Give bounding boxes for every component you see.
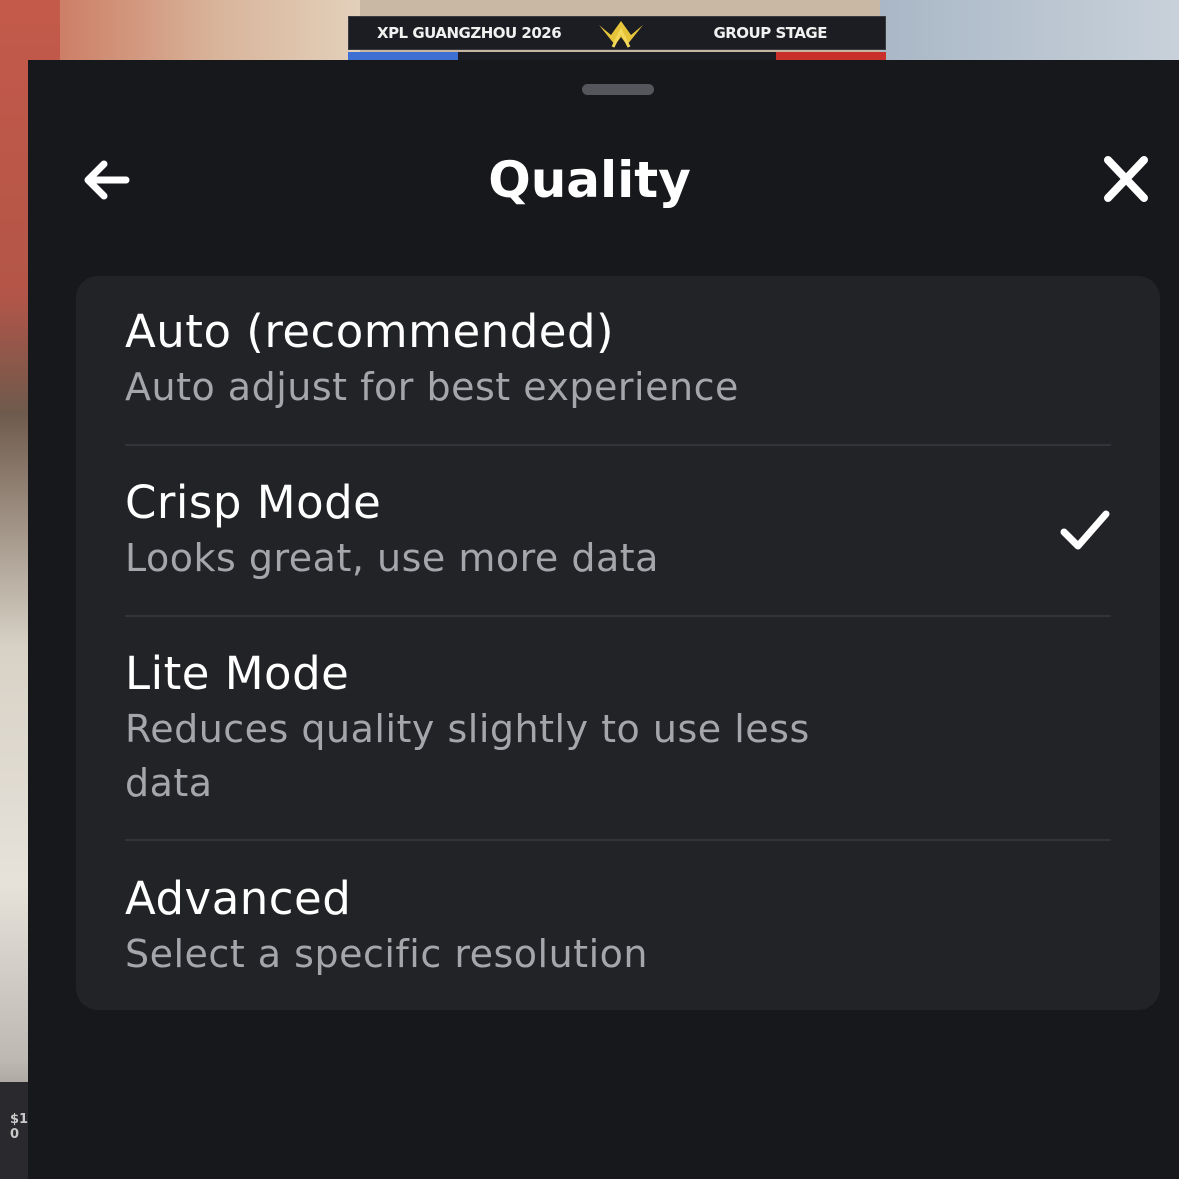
option-lite-mode[interactable]: Lite Mode Reduces quality slightly to us… (125, 646, 1111, 810)
tournament-logo-icon (599, 21, 643, 48)
hud-team-stripes (348, 52, 886, 60)
option-title: Crisp Mode (125, 476, 382, 529)
option-description: Select a specific resolution (125, 932, 648, 976)
option-description: Looks great, use more data (125, 536, 659, 580)
checkmark-icon (1060, 510, 1110, 550)
option-title: Advanced (125, 872, 352, 925)
option-description: Auto adjust for best experience (125, 365, 739, 409)
option-auto[interactable]: Auto (recommended) Auto adjust for best … (125, 304, 1111, 414)
close-button[interactable] (1098, 154, 1154, 206)
option-title: Auto (recommended) (125, 305, 615, 358)
sheet-grabber[interactable] (582, 84, 654, 95)
quality-options-list: Auto (recommended) Auto adjust for best … (76, 276, 1160, 1010)
option-crisp-mode[interactable]: Crisp Mode Looks great, use more data (125, 475, 1111, 585)
close-icon (1104, 156, 1148, 202)
option-description: Reduces quality slightly to use less dat… (125, 707, 810, 805)
background-sky (880, 0, 1179, 60)
divider (125, 444, 1111, 446)
hud-scorebar: XPL GUANGZHOU 2026 GROUP STAGE (348, 16, 886, 50)
sheet-title: Quality (488, 151, 691, 209)
divider (125, 839, 1111, 841)
hud-event-name: XPL GUANGZHOU 2026 (377, 24, 562, 42)
hud-stage-name: GROUP STAGE (713, 24, 827, 42)
divider (125, 615, 1111, 617)
hud-money: $1 0 (0, 1082, 28, 1179)
hud-money-text: $1 0 (10, 1112, 29, 1142)
option-title: Lite Mode (125, 647, 350, 700)
option-advanced[interactable]: Advanced Select a specific resolution (125, 871, 1111, 981)
quality-bottom-sheet: Quality Auto (recommended) Auto adjust f… (28, 60, 1179, 1179)
